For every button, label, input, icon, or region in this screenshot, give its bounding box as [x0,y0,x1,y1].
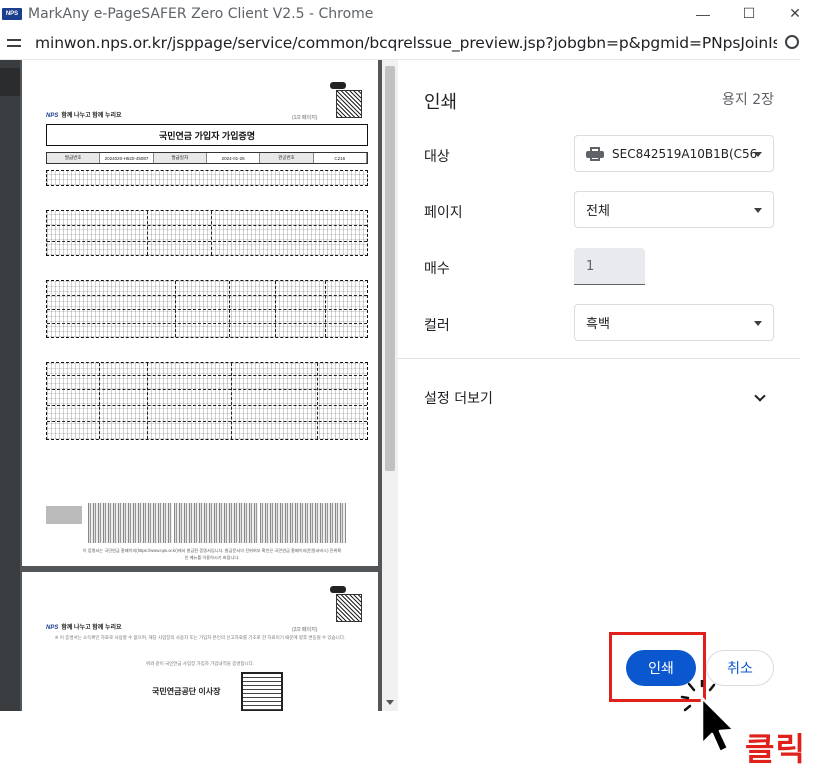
doc-stamp-icon [46,506,82,524]
doc-title: 국민연금 가입자 가입증명 [46,124,368,146]
doc-signature: 국민연금공단 이사장 [152,687,221,696]
qr-badge-icon [330,82,346,89]
doc-footer: 이 증명서는 국민연금 홈페이지(https://www.nps.or.kr)에… [82,548,342,560]
meta-cell: 2024-01-26 [207,153,261,163]
pages-select[interactable]: 전체 [574,191,774,228]
minimize-button[interactable]: — [680,0,726,27]
meta-cell: 발급일자 [153,153,207,163]
url-field[interactable]: minwon.nps.or.kr/jsppage/service/common/… [35,34,777,52]
copies-label: 매수 [424,261,450,277]
scroll-thumb[interactable] [385,66,395,471]
meta-cell: C216 [314,153,367,163]
scroll-down-arrow-icon[interactable] [386,700,394,705]
mouse-cursor-icon [680,678,750,760]
barcode-3 [260,503,346,543]
destination-value: SEC842519A10B1B(C56... [612,146,757,161]
pages-label: 페이지 [424,205,463,221]
barcode-2 [174,503,258,543]
maximize-button[interactable]: ☐ [726,0,772,27]
print-preview: NPS 함께 나누고 함께 누리요 (1/2 페이지) 국민연금 가입자 가입증명… [0,60,398,711]
doc-table-2 [46,280,368,338]
panel-divider [398,358,800,359]
close-button[interactable]: ✕ [772,0,818,27]
panel-title: 인쇄 [424,92,458,113]
sheet-count: 용지 2장 [722,92,774,108]
screen: NPS MarkAny e-PageSAFER Zero Client V2.5… [0,0,840,778]
doc-brand: NPS 함께 나누고 함께 누리요 [46,110,122,119]
title-bar: NPS MarkAny e-PageSAFER Zero Client V2.5… [0,0,801,27]
click-annotation: 클릭 [745,730,806,768]
doc-certify-text: 위와 같이 국민연금 사업장 가입자 가입내역을 증명합니다. [145,661,255,666]
doc-page-indicator: (2/2 페이지) [292,627,318,633]
more-settings-toggle[interactable]: 설정 더보기 [424,388,493,408]
qr-code-icon [336,90,362,118]
printer-icon [586,146,604,161]
meta-cell: 발급번호 [47,153,101,163]
site-settings-icon[interactable] [7,36,23,50]
chevron-down-icon [754,321,762,326]
qr-badge-icon [330,586,346,593]
destination-select[interactable]: SEC842519A10B1B(C56... [574,135,774,172]
preview-left-strip [0,60,20,711]
barcode-1 [88,503,172,543]
doc-brand: NPS 함께 나누고 함께 누리요 [46,622,122,631]
doc-table-personal [46,170,368,186]
destination-label: 대상 [424,149,450,165]
preview-scrollbar[interactable] [382,60,398,711]
nps-logo-icon: NPS [46,625,59,631]
color-value: 흑백 [586,317,610,332]
pages-value: 전체 [586,204,610,219]
doc-table-3 [46,362,368,440]
preview-page-2: NPS 함께 나누고 함께 누리요 (2/2 페이지) ※ 이 증명서는 소득확인… [22,572,378,711]
color-select[interactable]: 흑백 [574,304,774,341]
doc-brand-text: 함께 나누고 함께 누리요 [61,113,122,119]
doc-brand-text: 함께 나누고 함께 누리요 [61,625,122,631]
app-logo-icon: NPS [2,7,22,20]
address-bar: minwon.nps.or.kr/jsppage/service/common/… [0,27,800,60]
zoom-icon[interactable] [785,35,799,49]
official-seal-icon [241,672,283,711]
doc-table-1 [46,210,368,256]
print-settings-panel: 인쇄 용지 2장 대상 SEC842519A10B1B(C56... 페이지 전… [398,60,800,711]
chevron-down-icon [754,208,762,213]
meta-cell: 2024020-H520-45087 [100,153,154,163]
preview-page-1: NPS 함께 나누고 함께 누리요 (1/2 페이지) 국민연금 가입자 가입증명… [22,60,378,566]
qr-code-icon [336,594,362,622]
color-label: 컬러 [424,318,450,334]
doc-page-indicator: (1/2 페이지) [292,115,318,121]
doc-meta-row: 발급번호 2024020-H520-45087 발급일자 2024-01-26 … [46,152,368,164]
expand-chevron-icon[interactable] [754,390,766,402]
doc-note: ※ 이 증명서는 소득확인 자료로 사용할 수 없으며, 해당 사업장의 사용자… [54,635,346,640]
chevron-down-icon [754,152,762,157]
window-title: MarkAny e-PageSAFER Zero Client V2.5 - C… [28,5,374,22]
meta-cell: 관공번호 [260,153,314,163]
nps-logo-icon: NPS [46,113,59,119]
copies-input[interactable]: 1 [574,248,645,285]
